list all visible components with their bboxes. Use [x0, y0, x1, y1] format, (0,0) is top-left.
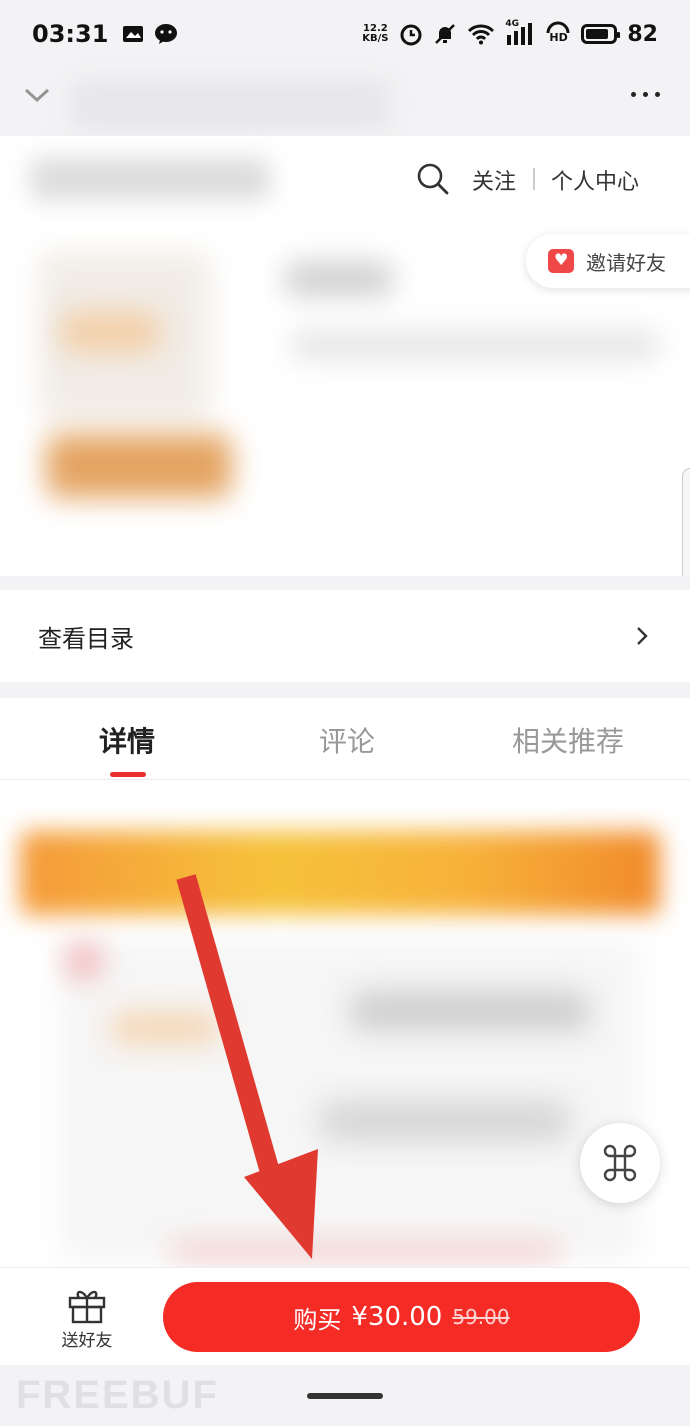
product-desc-blurred: [290, 332, 660, 358]
header-divider: [533, 168, 535, 190]
status-notification-icons: [122, 23, 178, 45]
gift-icon: [68, 1290, 106, 1324]
product-title-blurred: [284, 262, 394, 296]
mute-bell-icon: [435, 24, 456, 44]
status-time: 03:31: [32, 20, 109, 48]
buy-price: ¥30.00: [351, 1302, 443, 1332]
tab-comments[interactable]: 评论: [319, 720, 375, 760]
cell-signal-icon: 4G: [505, 19, 535, 47]
shop-name-blurred: [30, 158, 270, 200]
chevron-right-icon: [637, 627, 648, 645]
detail-badge-blurred: [66, 943, 102, 979]
tab-recommendations[interactable]: 相关推荐: [512, 720, 624, 760]
home-indicator-area: FREEBUF: [0, 1365, 690, 1426]
detail-tag-blurred: [110, 1011, 220, 1045]
more-menu-icon[interactable]: [631, 92, 660, 97]
wechat-icon: [155, 24, 178, 44]
freebuf-watermark: FREEBUF: [16, 1373, 219, 1417]
section-gap: [0, 576, 690, 590]
view-catalog-row[interactable]: 查看目录: [0, 590, 690, 682]
buy-button[interactable]: 购买 ¥30.00 59.00: [163, 1282, 640, 1352]
view-catalog-label: 查看目录: [38, 624, 134, 653]
command-icon: [603, 1144, 637, 1182]
content-tabs: 详情 评论 相关推荐: [0, 698, 690, 780]
section-gap: [0, 682, 690, 698]
floating-menu-button[interactable]: [580, 1123, 660, 1203]
home-indicator[interactable]: [307, 1393, 383, 1399]
shop-header: 关注 个人中心: [0, 136, 690, 222]
buy-original-price: 59.00: [452, 1305, 510, 1329]
image-notification-icon: [123, 26, 144, 42]
alarm-icon: [400, 24, 422, 46]
cover-accent-blurred: [60, 312, 160, 352]
battery-fill: [586, 29, 608, 39]
invite-gift-icon: [548, 249, 574, 273]
detail-line3-blurred: [170, 1243, 560, 1259]
invite-friends-button[interactable]: 邀请好友: [526, 234, 690, 288]
net-speed-unit: KB/S: [362, 33, 389, 44]
net-speed: 12.2 KB/S: [361, 24, 389, 44]
wifi-icon: [468, 24, 495, 45]
invite-friends-label: 邀请好友: [586, 250, 666, 275]
nav-title-blurred: [70, 80, 390, 130]
battery-percent: 82: [627, 21, 658, 47]
profile-link[interactable]: 个人中心: [551, 164, 639, 196]
gift-friend-label: 送好友: [61, 1331, 113, 1351]
status-right-icons: 12.2 KB/S 4G HD 82: [361, 19, 658, 47]
tab-details[interactable]: 详情: [99, 720, 155, 760]
follow-link[interactable]: 关注: [472, 164, 516, 196]
detail-banner-blurred: [20, 831, 660, 915]
search-icon[interactable]: [416, 162, 450, 196]
details-content-blurred: [0, 781, 690, 1267]
gift-friend-button[interactable]: 送好友: [54, 1286, 120, 1352]
buy-tag-blurred: [46, 434, 232, 498]
scroll-handle[interactable]: [682, 468, 690, 584]
hd-call-icon: HD: [545, 21, 571, 47]
battery-icon: [581, 24, 621, 44]
status-bar: 03:31 12.2 KB/S 4G HD 82: [0, 0, 690, 68]
nav-bar: [0, 68, 690, 136]
buy-label: 购买: [293, 1305, 342, 1334]
detail-line1-blurred: [350, 991, 590, 1031]
product-info-blurred: 邀请好友: [0, 222, 690, 576]
detail-line2-blurred: [320, 1101, 570, 1141]
tab-active-indicator: [110, 772, 146, 777]
close-icon[interactable]: [22, 82, 52, 112]
hd-label: HD: [549, 31, 568, 44]
bottom-action-bar: 送好友 购买 ¥30.00 59.00: [0, 1267, 690, 1365]
